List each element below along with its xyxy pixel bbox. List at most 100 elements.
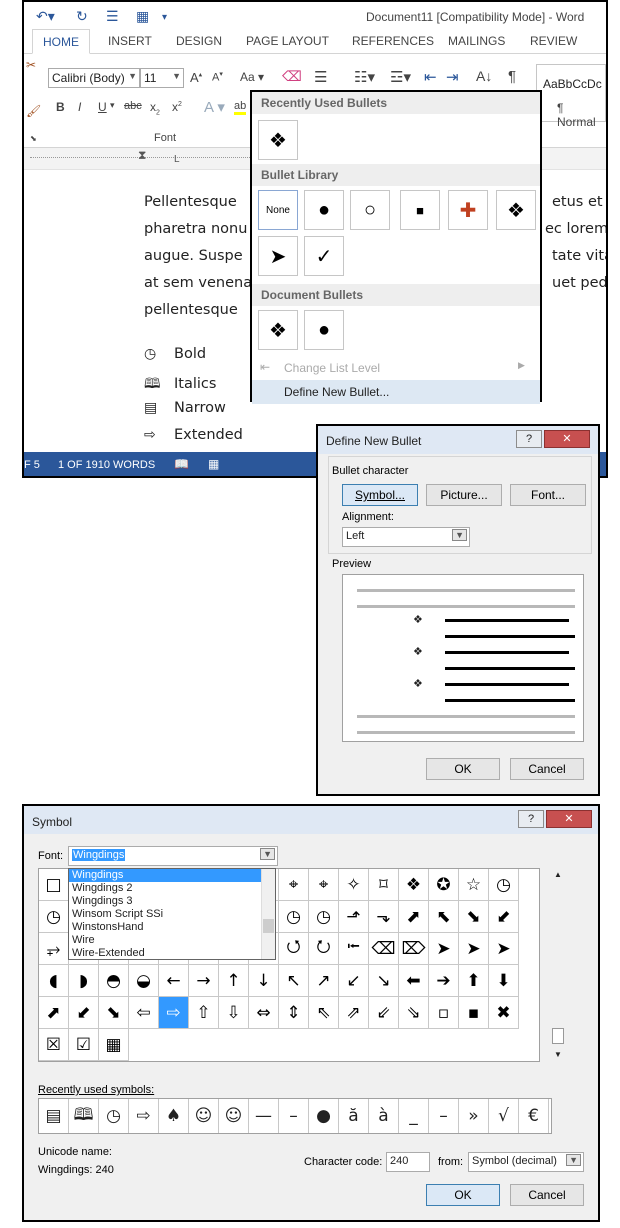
font-option[interactable]: Wingdings 3: [69, 895, 275, 908]
bullet-diamond-cluster[interactable]: ❖: [496, 190, 536, 230]
recent-symbol[interactable]: √: [489, 1099, 519, 1133]
cancel-button[interactable]: Cancel: [510, 758, 584, 780]
ok-button[interactable]: OK: [426, 758, 500, 780]
clear-formatting-icon[interactable]: ⌫: [282, 68, 302, 85]
symbol-cell[interactable]: ◒: [129, 965, 159, 997]
table-icon[interactable]: ▦: [136, 8, 149, 25]
tab-insert[interactable]: INSERT: [108, 34, 152, 48]
symbol-cell[interactable]: ⬉: [429, 901, 459, 933]
symbol-cell[interactable]: ✧: [339, 869, 369, 901]
symbol-cell[interactable]: ◷: [279, 901, 309, 933]
recent-symbol[interactable]: ⇨: [129, 1099, 159, 1133]
symbol-cell[interactable]: ▪: [459, 997, 489, 1029]
recent-symbols-row[interactable]: ▤ 🕮 ◷ ⇨ ♠ ☺ ☺ — – ● ă à _ –» √ €: [38, 1098, 552, 1134]
tab-stop-icon[interactable]: L: [174, 154, 180, 165]
symbol-cell[interactable]: ⌖: [309, 869, 339, 901]
recent-symbol[interactable]: à: [369, 1099, 399, 1133]
bullet-diamond-cluster[interactable]: ❖: [258, 310, 298, 350]
picture-button[interactable]: Picture...: [426, 484, 502, 506]
font-option[interactable]: Wingdings 2: [69, 882, 275, 895]
tab-mailings[interactable]: MAILINGS: [448, 34, 505, 48]
symbol-cell[interactable]: ☆: [459, 869, 489, 901]
symbol-cell[interactable]: ◗: [69, 965, 99, 997]
help-button[interactable]: ?: [518, 810, 544, 828]
font-size-combo[interactable]: 11 ▼: [140, 68, 184, 88]
symbol-cell[interactable]: ◷: [309, 901, 339, 933]
symbol-cell[interactable]: ➤: [429, 933, 459, 965]
symbol-cell[interactable]: ☑: [69, 1029, 99, 1061]
shrink-font-icon[interactable]: A▾: [212, 70, 223, 84]
font-option[interactable]: Winsom Script SSi: [69, 908, 275, 921]
strikethrough-icon[interactable]: abc: [124, 100, 142, 112]
symbol-cell[interactable]: ⇖: [309, 997, 339, 1029]
symbol-cell[interactable]: ⬈: [39, 997, 69, 1029]
recent-symbol[interactable]: 🕮: [69, 1099, 99, 1133]
font-dropdown-list[interactable]: Wingdings Wingdings 2 Wingdings 3 Winsom…: [68, 868, 276, 960]
change-list-level-item[interactable]: ⇤ Change List Level ▶: [252, 356, 540, 380]
subscript-icon[interactable]: x2: [150, 100, 160, 116]
define-new-bullet-item[interactable]: Define New Bullet...: [252, 380, 540, 404]
bullet-colored-plus[interactable]: ✚: [448, 190, 488, 230]
symbol-cell[interactable]: ⭮: [309, 933, 339, 965]
show-formatting-icon[interactable]: ¶: [508, 68, 516, 85]
symbol-cell[interactable]: ⭯: [279, 933, 309, 965]
symbol-cell[interactable]: ➔: [429, 965, 459, 997]
symbol-cell[interactable]: ➤: [489, 933, 519, 965]
underline-icon[interactable]: U: [98, 100, 107, 114]
increase-indent-icon[interactable]: ⇥: [446, 68, 459, 86]
symbol-cell[interactable]: ⬋: [489, 901, 519, 933]
close-button[interactable]: ✕: [544, 430, 590, 448]
symbol-cell[interactable]: ☒: [39, 1029, 69, 1061]
symbol-cell[interactable]: ◖: [39, 965, 69, 997]
symbol-cell[interactable]: ❖: [399, 869, 429, 901]
symbol-cell[interactable]: ⥅: [39, 933, 69, 965]
symbol-button[interactable]: Symbol...: [342, 484, 418, 506]
font-option[interactable]: WinstonsHand: [69, 921, 275, 934]
symbol-cell[interactable]: ⇧: [189, 997, 219, 1029]
recent-symbol[interactable]: –: [429, 1099, 459, 1133]
symbol-cell[interactable]: ◓: [99, 965, 129, 997]
font-option[interactable]: Wire-Extended: [69, 947, 275, 960]
symbol-cell[interactable]: ⬈: [399, 901, 429, 933]
scroll-thumb[interactable]: [552, 1028, 564, 1044]
symbol-cell[interactable]: ⬎: [369, 901, 399, 933]
font-list-scrollbar[interactable]: [261, 869, 275, 959]
recent-symbol[interactable]: ♠: [159, 1099, 189, 1133]
symbol-cell[interactable]: ◷: [489, 869, 519, 901]
character-code-input[interactable]: 240: [386, 1152, 430, 1172]
symbol-cell[interactable]: ⇗: [339, 997, 369, 1029]
tab-references[interactable]: REFERENCES: [352, 34, 434, 48]
bullet-filled-circle[interactable]: ●: [304, 310, 344, 350]
bullet-hollow-circle[interactable]: ○: [350, 190, 390, 230]
symbol-cell[interactable]: ⇩: [219, 997, 249, 1029]
recent-symbol[interactable]: —: [249, 1099, 279, 1133]
tab-home[interactable]: HOME: [32, 29, 90, 54]
symbol-cell[interactable]: ⬆: [459, 965, 489, 997]
superscript-icon[interactable]: x2: [172, 100, 182, 114]
symbol-cell[interactable]: ✪: [429, 869, 459, 901]
symbol-cell[interactable]: ⬇: [489, 965, 519, 997]
bullet-checkmark[interactable]: ✓: [304, 236, 344, 276]
highlight-icon[interactable]: ab: [234, 100, 247, 115]
symbol-cell[interactable]: ⬊: [459, 901, 489, 933]
font-select[interactable]: Wingdings ▼: [68, 846, 278, 866]
symbol-cell[interactable]: ⇕: [279, 997, 309, 1029]
tab-review[interactable]: REVIEW: [530, 34, 577, 48]
recent-symbol[interactable]: ●: [309, 1099, 339, 1133]
symbol-cell[interactable]: ⬋: [69, 997, 99, 1029]
font-option[interactable]: Wingdings: [69, 869, 275, 882]
italic-icon[interactable]: I: [78, 100, 81, 114]
dialog-launcher-icon[interactable]: ⬊: [30, 134, 37, 143]
recent-symbol[interactable]: ☺: [189, 1099, 219, 1133]
symbol-cell[interactable]: →: [189, 965, 219, 997]
sort-icon[interactable]: A↓: [476, 68, 492, 84]
symbol-cell[interactable]: ➤: [459, 933, 489, 965]
bullet-list-icon[interactable]: ☰: [106, 8, 119, 25]
format-painter-icon[interactable]: 🖌: [26, 104, 41, 118]
recent-symbol[interactable]: €: [519, 1099, 549, 1133]
numbering-icon[interactable]: ☷▾: [354, 68, 375, 86]
decrease-indent-icon[interactable]: ⇤: [424, 68, 437, 86]
recent-symbol[interactable]: »: [459, 1099, 489, 1133]
redo-icon[interactable]: ↻: [76, 8, 88, 25]
font-option[interactable]: Wire: [69, 934, 275, 947]
